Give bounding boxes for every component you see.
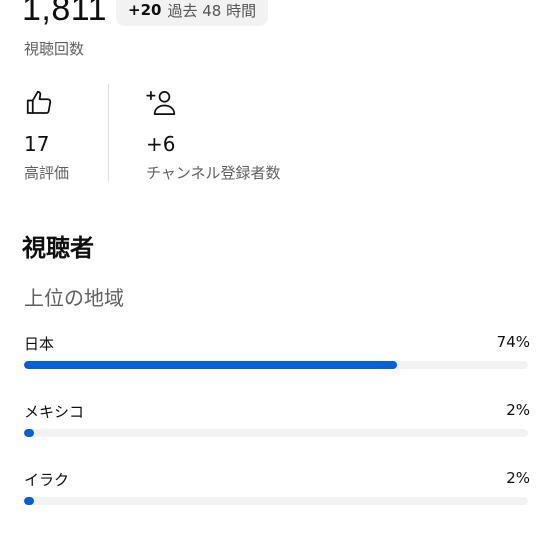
subscribers-label: チャンネル登録者数 (146, 164, 281, 182)
region-name: イラク (24, 471, 70, 489)
add-person-icon (146, 88, 178, 122)
region-row: メキシコ 2% (24, 401, 530, 445)
thumbs-up-icon (24, 88, 54, 122)
region-name: メキシコ (24, 403, 85, 421)
region-bar-track (24, 361, 528, 369)
region-bar-fill (24, 429, 35, 437)
subscribers-delta: +6 (146, 132, 176, 156)
audience-title: 視聴者 (22, 234, 94, 262)
likes-label: 高評価 (24, 164, 70, 182)
likes-count: 17 (24, 132, 50, 156)
top-regions-title: 上位の地域 (24, 286, 124, 310)
region-bar-fill (24, 497, 35, 505)
region-percent: 74% (496, 333, 530, 351)
region-row: 日本 74% (24, 333, 530, 377)
region-percent: 2% (506, 401, 530, 419)
views-count: 1,811 (22, 0, 108, 28)
views-delta-chip[interactable]: +20 過去 48 時間 (116, 0, 269, 26)
views-label: 視聴回数 (24, 40, 85, 58)
views-delta-period: 過去 48 時間 (167, 1, 257, 20)
stats-divider (108, 84, 109, 182)
views-delta-value: +20 (128, 1, 162, 19)
region-row: イラク 2% (24, 469, 530, 513)
region-bar-track (24, 429, 528, 437)
region-name: 日本 (24, 335, 55, 353)
region-bar-fill (24, 361, 397, 369)
region-bar-track (24, 497, 528, 505)
region-percent: 2% (506, 469, 530, 487)
